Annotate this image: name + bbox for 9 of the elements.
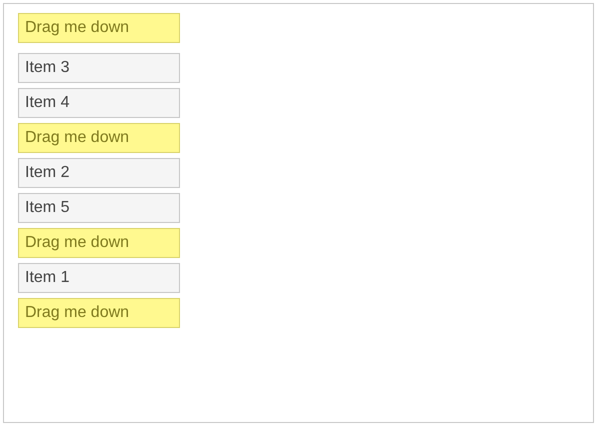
draggable-item[interactable]: Drag me down	[18, 228, 180, 258]
draggable-item[interactable]: Drag me down	[18, 123, 180, 153]
list-item[interactable]: Item 3	[18, 53, 180, 83]
draggable-item[interactable]: Drag me down	[18, 13, 180, 43]
list-item[interactable]: Item 4	[18, 88, 180, 118]
list-item[interactable]: Item 2	[18, 158, 180, 188]
list-item[interactable]: Item 5	[18, 193, 180, 223]
draggable-item[interactable]: Drag me down	[18, 298, 180, 328]
list-item[interactable]: Item 1	[18, 263, 180, 293]
